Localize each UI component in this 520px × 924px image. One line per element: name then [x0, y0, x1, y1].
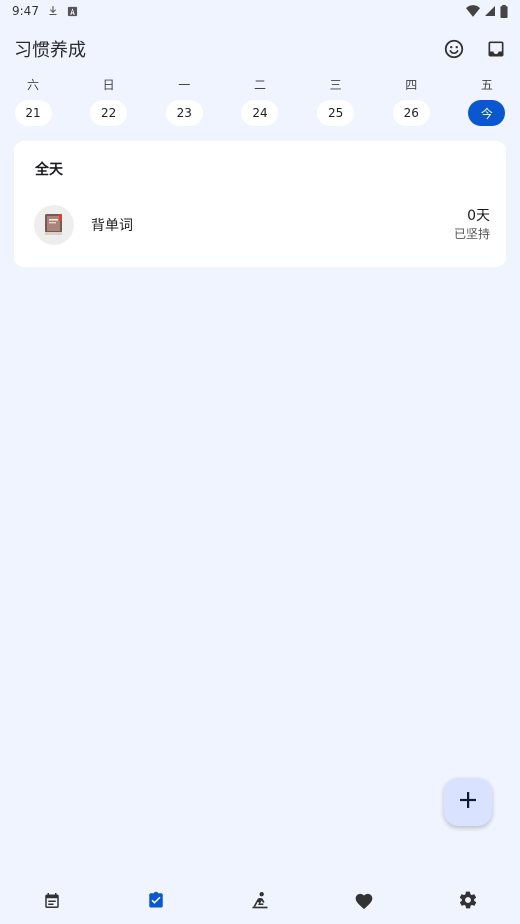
signal-icon: [484, 5, 496, 17]
day-column[interactable]: 日 22: [90, 76, 128, 130]
day-number[interactable]: 25: [317, 100, 355, 126]
day-name: 日: [102, 78, 115, 92]
day-name: 二: [253, 78, 266, 92]
notification-a-icon: [67, 6, 78, 17]
nav-calendar[interactable]: [26, 880, 78, 924]
status-bar: 9:47: [0, 0, 520, 22]
today-chip[interactable]: 今: [468, 100, 506, 126]
day-number[interactable]: 22: [90, 100, 128, 126]
status-right: [466, 4, 508, 18]
habit-name: 背单词: [91, 218, 133, 234]
day-column[interactable]: 三 25: [317, 76, 355, 130]
day-name: 五: [480, 78, 493, 92]
nav-settings[interactable]: [442, 880, 494, 924]
day-column[interactable]: 一 23: [165, 76, 203, 130]
section-title: 全天: [35, 162, 63, 178]
assignment-check-icon: [147, 890, 165, 914]
streak-label: 已坚持: [453, 227, 490, 241]
week-strip: 六 21 日 22 一 23 二 24 三 25 四 26 五 今: [14, 76, 506, 130]
nav-favorites[interactable]: [338, 880, 390, 924]
download-icon: [47, 5, 59, 17]
add-habit-button[interactable]: [444, 778, 492, 826]
day-column-today[interactable]: 五 今: [468, 76, 506, 130]
day-number[interactable]: 26: [392, 100, 430, 126]
status-left: 9:47: [12, 4, 78, 18]
app-actions: [440, 35, 510, 63]
day-name: 三: [329, 78, 342, 92]
nav-meditation[interactable]: [234, 880, 286, 924]
day-name: 一: [178, 78, 191, 92]
day-column[interactable]: 四 26: [392, 76, 430, 130]
day-name: 四: [405, 78, 418, 92]
day-number[interactable]: 24: [241, 100, 279, 126]
inbox-icon[interactable]: [482, 35, 510, 63]
plus-icon: [458, 790, 478, 814]
day-number[interactable]: 21: [14, 100, 52, 126]
day-name: 六: [26, 78, 39, 92]
status-time: 9:47: [12, 4, 39, 18]
day-column[interactable]: 二 24: [241, 76, 279, 130]
habit-row[interactable]: 背单词 0天 已坚持: [34, 205, 490, 245]
settings-icon: [458, 890, 478, 914]
habit-streak: 0天 已坚持: [454, 207, 490, 243]
bottom-nav: [0, 880, 520, 924]
habit-section-card: 全天 背单词 0天 已坚持: [14, 141, 506, 267]
emoji-icon[interactable]: [440, 35, 468, 63]
wifi-icon: [466, 5, 480, 17]
day-number[interactable]: 23: [165, 100, 203, 126]
app-bar: 习惯养成: [0, 30, 520, 68]
streak-days: 0天: [467, 208, 490, 224]
page-title: 习惯养成: [14, 40, 86, 61]
nav-habits[interactable]: [130, 880, 182, 924]
day-column[interactable]: 六 21: [14, 76, 52, 130]
heart-icon: [354, 891, 374, 914]
battery-icon: [500, 4, 508, 18]
calendar-icon: [43, 891, 61, 914]
meditation-icon: [250, 890, 270, 914]
book-icon: [34, 205, 74, 245]
